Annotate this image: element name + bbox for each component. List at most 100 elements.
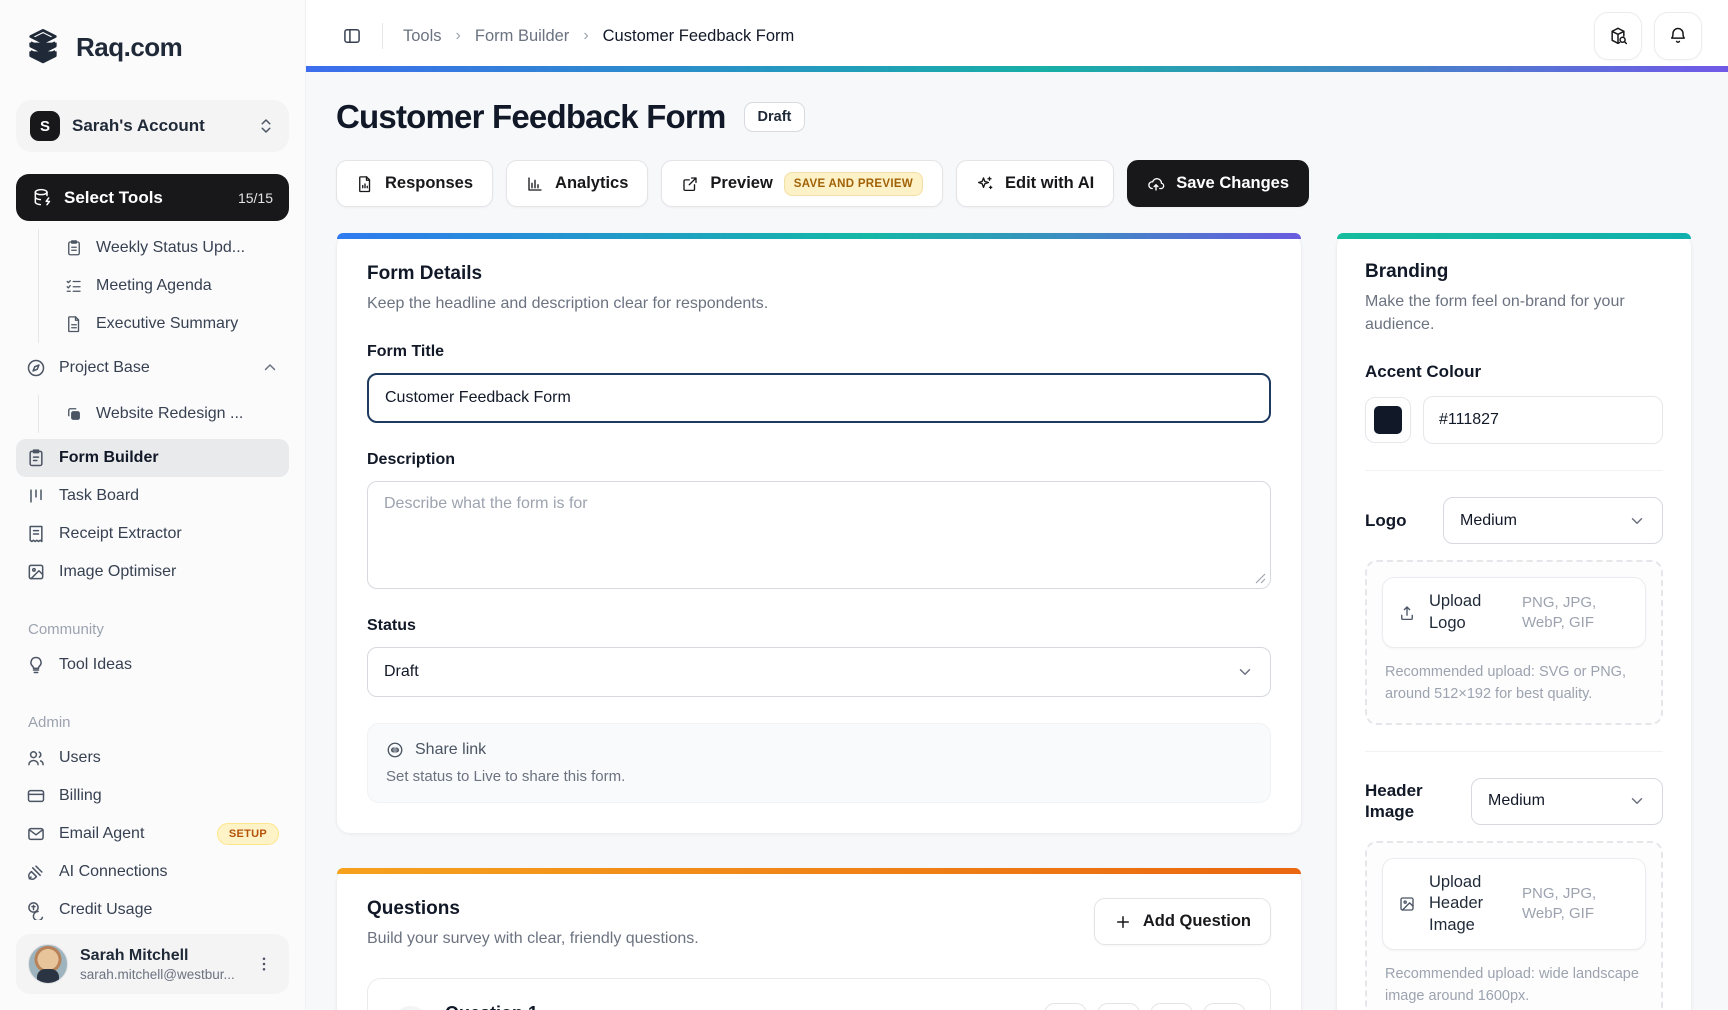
branding-card: Branding Make the form feel on-brand for… xyxy=(1336,233,1692,1010)
description-textarea[interactable] xyxy=(367,481,1271,589)
sidebar-item-receipt-extractor[interactable]: Receipt Extractor xyxy=(16,515,289,553)
chevrons-up-down-icon xyxy=(257,117,275,135)
preview-button[interactable]: Preview SAVE AND PREVIEW xyxy=(661,160,943,207)
breadcrumb-current: Customer Feedback Form xyxy=(603,27,795,46)
header-image-dropzone[interactable]: Upload Header Image PNG, JPG, WebP, GIF … xyxy=(1365,841,1663,1010)
colour-swatch-button[interactable] xyxy=(1365,397,1411,443)
share-link-box: Share link Set status to Live to share t… xyxy=(367,723,1271,803)
branding-title: Branding xyxy=(1365,261,1663,283)
sidebar-item-form-builder[interactable]: Form Builder xyxy=(16,439,289,477)
setup-badge: SETUP xyxy=(217,823,279,845)
sidebar-item-website-redesign[interactable]: Website Redesign ... xyxy=(55,395,289,433)
sidebar-item-credit-usage[interactable]: Credit Usage xyxy=(16,891,289,929)
profile-email: sarah.mitchell@westbur... xyxy=(80,967,239,982)
save-and-preview-badge: SAVE AND PREVIEW xyxy=(784,172,923,196)
kebab-menu-icon[interactable] xyxy=(251,951,277,977)
resize-handle-icon[interactable] xyxy=(1255,573,1266,584)
logo-upload-hint: Recommended upload: SVG or PNG, around 5… xyxy=(1382,662,1646,708)
coins-icon xyxy=(26,900,46,920)
plus-icon xyxy=(1114,913,1132,931)
delete-question-button[interactable] xyxy=(1203,1003,1246,1010)
duplicate-question-button[interactable] xyxy=(1150,1003,1193,1010)
page-content: Customer Feedback Form Draft Responses A… xyxy=(306,72,1728,1010)
branding-subtitle: Make the form feel on-brand for your aud… xyxy=(1365,290,1663,336)
account-switcher[interactable]: S Sarah's Account xyxy=(16,100,289,152)
analytics-button[interactable]: Analytics xyxy=(506,160,648,207)
plug-icon xyxy=(26,862,46,882)
raq-logo-icon xyxy=(22,26,64,68)
header-image-formats: PNG, JPG, WebP, GIF xyxy=(1522,884,1630,925)
account-initial-badge: S xyxy=(30,111,60,141)
sidebar-item-ai-connections[interactable]: AI Connections xyxy=(16,853,289,891)
form-title-input[interactable] xyxy=(367,373,1271,423)
avatar xyxy=(28,944,68,984)
chevron-up-icon xyxy=(261,359,279,377)
accent-colour-label: Accent Colour xyxy=(1365,362,1663,382)
breadcrumb: Tools › Form Builder › Customer Feedback… xyxy=(403,27,794,46)
topbar-divider xyxy=(382,23,383,49)
description-label: Description xyxy=(367,451,1271,469)
form-details-card: Form Details Keep the headline and descr… xyxy=(336,233,1302,834)
compass-icon xyxy=(26,358,46,378)
status-select[interactable]: Draft xyxy=(367,647,1271,697)
responses-button[interactable]: Responses xyxy=(336,160,493,207)
profile-name: Sarah Mitchell xyxy=(80,946,239,965)
upload-icon xyxy=(1398,604,1416,622)
upload-header-image-button[interactable]: Upload Header Image PNG, JPG, WebP, GIF xyxy=(1382,858,1646,950)
package-search-button[interactable] xyxy=(1594,12,1642,60)
sidebar-item-weekly-status[interactable]: Weekly Status Upd... xyxy=(55,229,289,267)
cloud-upload-icon xyxy=(1147,175,1165,193)
logo-formats: PNG, JPG, WebP, GIF xyxy=(1522,593,1630,634)
brand: Raq.com xyxy=(16,26,289,68)
account-name: Sarah's Account xyxy=(72,116,245,136)
bar-chart-icon xyxy=(526,175,544,193)
logo-size-select[interactable]: Medium xyxy=(1443,497,1663,544)
sidebar-item-image-optimiser[interactable]: Image Optimiser xyxy=(16,553,289,591)
colour-swatch xyxy=(1374,406,1402,434)
image-upload-icon xyxy=(1398,895,1416,913)
user-profile-card[interactable]: Sarah Mitchell sarah.mitchell@westbur... xyxy=(16,934,289,994)
sidebar-item-users[interactable]: Users xyxy=(16,739,289,777)
sidebar-toggle-icon[interactable] xyxy=(336,20,368,52)
header-image-label: Header Image xyxy=(1365,780,1455,823)
share-link-title: Share link xyxy=(415,741,486,759)
lightbulb-icon xyxy=(26,655,46,675)
brand-name: Raq.com xyxy=(76,32,182,63)
project-sublist: Website Redesign ... xyxy=(38,395,289,433)
file-chart-icon xyxy=(356,175,374,193)
sidebar-item-billing[interactable]: Billing xyxy=(16,777,289,815)
sidebar-item-email-agent[interactable]: Email Agent SETUP xyxy=(16,815,289,853)
admin-section-label: Admin xyxy=(16,714,289,731)
questions-card: Questions Build your survey with clear, … xyxy=(336,868,1302,1010)
move-down-button[interactable] xyxy=(1097,1003,1140,1010)
status-badge: Draft xyxy=(744,102,806,132)
select-tools-label: Select Tools xyxy=(64,188,226,208)
logo-dropzone[interactable]: Upload Logo PNG, JPG, WebP, GIF Recommen… xyxy=(1365,560,1663,724)
header-upload-hint: Recommended upload: wide landscape image… xyxy=(1382,964,1646,1010)
main-area: Tools › Form Builder › Customer Feedback… xyxy=(306,0,1728,1010)
header-image-size-select[interactable]: Medium xyxy=(1471,778,1663,825)
add-question-button[interactable]: Add Question xyxy=(1094,898,1271,945)
select-tools-button[interactable]: Select Tools 15/15 xyxy=(16,174,289,221)
sidebar-item-meeting-agenda[interactable]: Meeting Agenda xyxy=(55,267,289,305)
accent-colour-input[interactable] xyxy=(1423,396,1663,444)
sidebar-item-project-base[interactable]: Project Base xyxy=(16,349,289,387)
kanban-icon xyxy=(26,486,46,506)
bell-icon-button[interactable] xyxy=(1654,12,1702,60)
edit-with-ai-button[interactable]: Edit with AI xyxy=(956,160,1114,207)
logo-label: Logo xyxy=(1365,511,1407,531)
move-up-button[interactable] xyxy=(1044,1003,1087,1010)
upload-logo-button[interactable]: Upload Logo PNG, JPG, WebP, GIF xyxy=(1382,577,1646,648)
breadcrumb-tools[interactable]: Tools xyxy=(403,27,442,46)
questions-title: Questions xyxy=(367,898,699,920)
sidebar-item-tool-ideas[interactable]: Tool Ideas xyxy=(16,646,289,684)
clipboard-icon xyxy=(26,448,46,468)
question-title: Question 1 xyxy=(445,1003,579,1010)
sidebar-item-executive-summary[interactable]: Executive Summary xyxy=(55,305,289,343)
select-tools-count: 15/15 xyxy=(238,190,273,206)
save-changes-button[interactable]: Save Changes xyxy=(1127,160,1309,207)
credit-card-icon xyxy=(26,786,46,806)
breadcrumb-form-builder[interactable]: Form Builder xyxy=(475,27,569,46)
link-icon xyxy=(386,741,404,759)
sidebar-item-task-board[interactable]: Task Board xyxy=(16,477,289,515)
